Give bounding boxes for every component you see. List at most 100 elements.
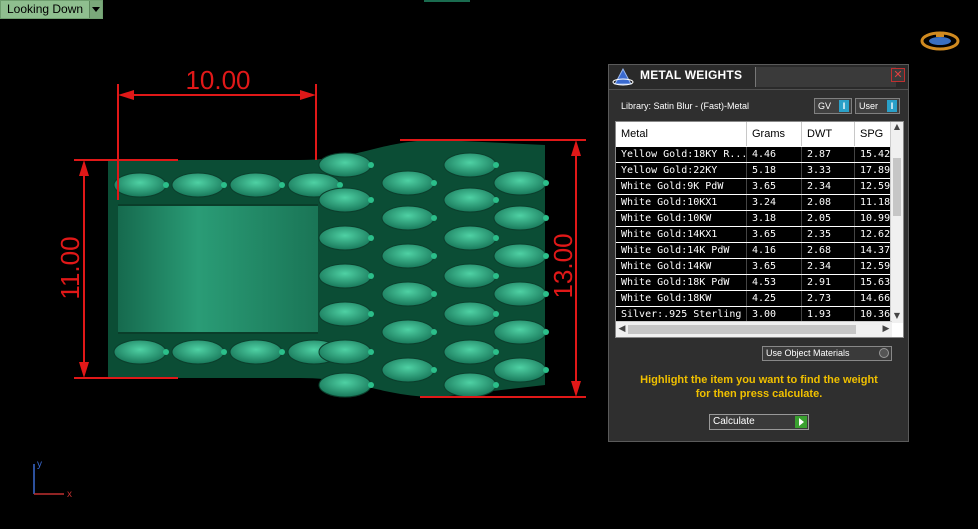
lattice-leaf — [318, 152, 372, 178]
cell-metal: White Gold:10KX1 — [616, 195, 747, 210]
lattice-leaf — [318, 301, 372, 327]
scroll-up-icon[interactable]: ▲ — [891, 122, 903, 134]
table-row[interactable]: White Gold:14KX1 3.65 2.35 12.62 — [616, 227, 892, 242]
lattice-bead — [221, 349, 227, 355]
lattice-leaf — [171, 172, 225, 198]
table-row[interactable]: White Gold:10KX1 3.24 2.08 11.18 — [616, 195, 892, 210]
lattice-leaf — [493, 281, 547, 307]
lattice-bead — [543, 329, 549, 335]
cell-metal: White Gold:14KW — [616, 259, 747, 274]
lattice-bead — [431, 329, 437, 335]
lattice-bead — [493, 197, 499, 203]
cell-dwt: 2.34 — [802, 259, 855, 274]
cell-spg: 12.62 — [855, 227, 892, 242]
scroll-right-icon[interactable]: ▶ — [880, 322, 892, 337]
cell-metal: Silver:.925 Sterling — [616, 307, 747, 322]
viewport-label[interactable]: Looking Down — [0, 0, 104, 19]
cell-dwt: 2.08 — [802, 195, 855, 210]
cell-metal: White Gold:14K PdW — [616, 243, 747, 258]
column-header-spg[interactable]: SPG — [855, 122, 892, 146]
column-header-dwt[interactable]: DWT — [802, 122, 855, 146]
cell-spg: 14.66 — [855, 291, 892, 306]
lattice-bead — [543, 180, 549, 186]
calculate-button[interactable]: Calculate — [709, 414, 809, 430]
cell-grams: 4.16 — [747, 243, 802, 258]
lattice-leaf — [318, 339, 372, 365]
table-row[interactable]: White Gold:14K PdW 4.16 2.68 14.37 — [616, 243, 892, 258]
vertical-scrollbar[interactable]: ▲ ▼ — [890, 122, 903, 323]
library-label: Library: Satin Blur - (Fast)-Metal — [621, 101, 750, 111]
cell-grams: 3.24 — [747, 195, 802, 210]
lattice-leaf — [113, 172, 167, 198]
cell-dwt: 2.68 — [802, 243, 855, 258]
axis-x-label: x — [67, 489, 72, 500]
lattice-leaf — [229, 339, 283, 365]
scroll-left-icon[interactable]: ◀ — [616, 322, 628, 337]
table-row[interactable]: White Gold:9K PdW 3.65 2.34 12.59 — [616, 179, 892, 194]
chevron-down-icon[interactable] — [89, 1, 103, 18]
close-button[interactable]: ✕ — [891, 68, 905, 82]
pyramid-icon — [612, 67, 634, 86]
cell-metal: White Gold:14KX1 — [616, 227, 747, 242]
metal-table[interactable]: Metal Grams DWT SPG Yellow Gold:18KY R..… — [615, 121, 904, 338]
table-row[interactable]: Silver:.925 Sterling 3.00 1.93 10.36 — [616, 307, 892, 322]
lattice-bead — [279, 349, 285, 355]
lattice-bead — [368, 382, 374, 388]
cell-metal: White Gold:18K PdW — [616, 275, 747, 290]
user-toggle[interactable]: User I — [855, 98, 900, 114]
lattice-leaf — [318, 187, 372, 213]
cell-spg: 10.99 — [855, 211, 892, 226]
cell-grams: 4.46 — [747, 147, 802, 162]
panel-title-bar[interactable]: METAL WEIGHTS ✕ — [609, 65, 908, 90]
column-header-metal[interactable]: Metal — [616, 122, 747, 146]
horizontal-scroll-thumb[interactable] — [628, 325, 856, 334]
gv-toggle[interactable]: GV I — [814, 98, 852, 114]
lattice-leaf — [443, 152, 497, 178]
lattice-leaf — [171, 339, 225, 365]
column-header-grams[interactable]: Grams — [747, 122, 802, 146]
horizontal-scrollbar[interactable]: ◀ ▶ — [616, 321, 892, 337]
viewport-tab — [424, 0, 470, 2]
table-row[interactable]: Yellow Gold:18KY R... 4.46 2.87 15.42 — [616, 147, 892, 162]
lattice-bead — [368, 162, 374, 168]
lattice-leaf — [493, 170, 547, 196]
cell-grams: 4.53 — [747, 275, 802, 290]
use-object-materials-button[interactable]: Use Object Materials — [762, 346, 892, 361]
table-row[interactable]: White Gold:18K PdW 4.53 2.91 15.63 — [616, 275, 892, 290]
table-row[interactable]: White Gold:10KW 3.18 2.05 10.99 — [616, 211, 892, 226]
lattice-leaf — [381, 170, 435, 196]
scroll-down-icon[interactable]: ▼ — [891, 311, 903, 323]
cell-spg: 15.42 — [855, 147, 892, 162]
cell-metal: White Gold:18KW — [616, 291, 747, 306]
lattice-leaf — [381, 205, 435, 231]
panel-title: METAL WEIGHTS — [640, 68, 743, 82]
lattice-bead — [493, 235, 499, 241]
instruction-text: Highlight the item you want to find the … — [619, 373, 899, 401]
lattice-bead — [543, 215, 549, 221]
lattice-leaf — [443, 225, 497, 251]
cell-dwt: 2.34 — [802, 179, 855, 194]
lattice-bead — [368, 273, 374, 279]
lattice-leaf — [229, 172, 283, 198]
table-row[interactable]: Yellow Gold:22KY 5.18 3.33 17.89 — [616, 163, 892, 178]
cell-dwt: 2.87 — [802, 147, 855, 162]
lattice-leaf — [318, 263, 372, 289]
cell-grams: 5.18 — [747, 163, 802, 178]
cell-grams: 3.65 — [747, 227, 802, 242]
cell-metal: White Gold:9K PdW — [616, 179, 747, 194]
cell-grams: 3.00 — [747, 307, 802, 322]
viewport-label-text: Looking Down — [7, 2, 84, 16]
app-logo-icon — [920, 31, 960, 51]
cell-grams: 4.25 — [747, 291, 802, 306]
table-row[interactable]: White Gold:14KW 3.65 2.34 12.59 — [616, 259, 892, 274]
lattice-leaf — [381, 243, 435, 269]
table-row[interactable]: White Gold:18KW 4.25 2.73 14.66 — [616, 291, 892, 306]
dimension-left-label: 11.00 — [55, 236, 85, 299]
ring-shank — [118, 205, 318, 333]
lattice-bead — [279, 182, 285, 188]
user-toggle-label: User — [859, 101, 879, 111]
vertical-scroll-thumb[interactable] — [893, 158, 901, 216]
user-toggle-indicator: I — [887, 100, 897, 112]
axis-y-label: y — [37, 459, 42, 470]
gv-toggle-label: GV — [818, 101, 832, 111]
